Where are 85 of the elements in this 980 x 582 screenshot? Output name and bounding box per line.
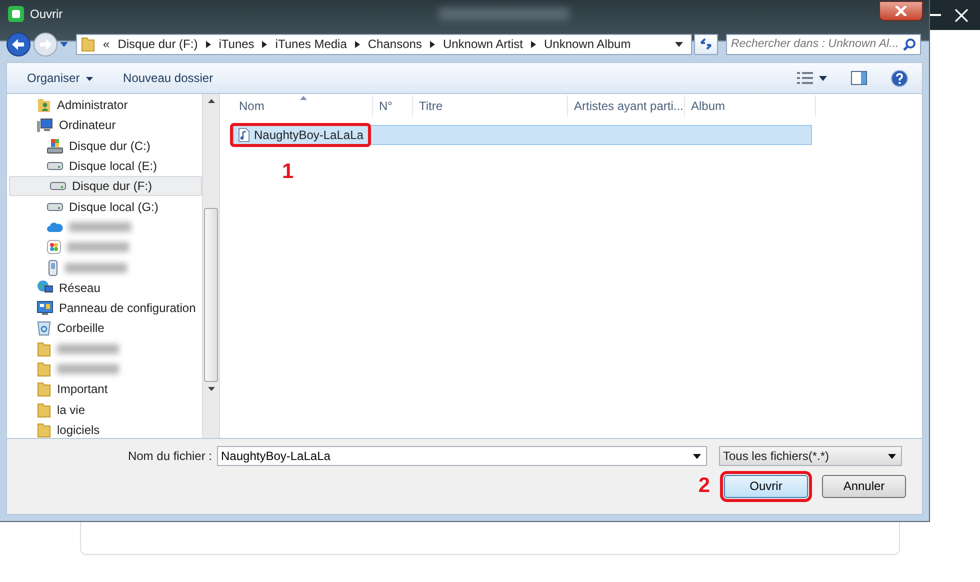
forward-icon[interactable]: [33, 32, 58, 56]
folder-icon: [37, 340, 51, 357]
column-header[interactable]: N°: [373, 95, 413, 117]
sidebar-item[interactable]: Corbeille: [7, 318, 202, 339]
drive-icon: [50, 182, 66, 190]
sidebar-item[interactable]: Disque local (E:): [7, 156, 202, 176]
breadcrumb-item[interactable]: iTunes Media: [275, 37, 347, 51]
column-header[interactable]: Titre: [413, 95, 568, 117]
refresh-icon: [699, 38, 713, 50]
sidebar-item[interactable]: Important: [7, 379, 202, 400]
back-icon[interactable]: [6, 32, 31, 56]
app-icon: [8, 6, 24, 22]
dropdown-icon: [888, 454, 896, 458]
callout-number: 2: [698, 474, 710, 498]
sidebar-item[interactable]: Disque dur (C:): [7, 136, 202, 156]
blurred-label: [57, 364, 119, 374]
column-header[interactable]: Album: [685, 95, 816, 117]
filename-field[interactable]: NaughtyBoy-LaLaLa: [217, 446, 707, 466]
callout-number: 1: [282, 160, 294, 184]
folder-icon: [37, 422, 51, 438]
control-panel-icon: [37, 300, 53, 316]
sidebar-item[interactable]: Panneau de configuration: [7, 298, 202, 318]
close-icon[interactable]: [955, 8, 968, 22]
breadcrumb-item[interactable]: Unknown Artist: [442, 37, 523, 51]
chevron-icon[interactable]: [262, 40, 268, 48]
file-name[interactable]: NaughtyBoy-LaLaLa: [230, 123, 372, 147]
chevron-icon[interactable]: [430, 40, 435, 48]
cloud-icon: [47, 222, 63, 232]
dropdown-icon[interactable]: [675, 42, 683, 46]
device-icon: [47, 260, 59, 276]
sidebar-item[interactable]: Ordinateur: [7, 115, 202, 136]
breadcrumb-item[interactable]: Disque dur (F:): [118, 37, 198, 51]
close-button[interactable]: [879, 1, 923, 21]
user-folder-icon: [37, 97, 51, 114]
folder-icon: [37, 361, 51, 377]
folder-icon: [37, 381, 51, 398]
blurred-label: [69, 222, 131, 232]
search-field[interactable]: Rechercher dans : Unknown Al...: [726, 34, 921, 54]
sidebar-item[interactable]: Disque local (G:): [7, 196, 202, 217]
sidebar-item[interactable]: Réseau: [7, 278, 202, 298]
folder-icon: [81, 36, 95, 52]
blurred-label: [67, 242, 129, 252]
folder-icon: [37, 402, 51, 418]
file-type-dropdown[interactable]: Tous les fichiers(*.*): [719, 446, 902, 466]
chevron-icon[interactable]: [354, 40, 360, 48]
photos-icon: [47, 240, 61, 254]
music-file-icon: [238, 128, 250, 142]
search-icon: [903, 38, 916, 50]
recycle-bin-icon: [37, 320, 51, 336]
scroll-down-icon[interactable]: [208, 387, 214, 391]
blurred-label: [57, 344, 119, 354]
filename-label: Nom du fichier :: [126, 449, 213, 463]
cancel-button[interactable]: Annuler: [822, 474, 906, 498]
scrollbar[interactable]: [202, 94, 219, 438]
view-list-icon[interactable]: [797, 72, 813, 84]
blurred-label: [65, 262, 127, 273]
drive-icon: [47, 162, 63, 170]
system-drive-icon: [47, 138, 63, 154]
breadcrumb-item[interactable]: Unknown Album: [544, 37, 631, 51]
dropdown-icon[interactable]: [819, 76, 827, 80]
chevron-icon[interactable]: [206, 40, 211, 48]
organize-menu[interactable]: Organiser: [19, 68, 102, 88]
drive-icon: [47, 202, 63, 211]
dropdown-icon[interactable]: [693, 454, 701, 459]
help-icon[interactable]: [891, 70, 908, 86]
caret-icon: [86, 76, 94, 81]
network-icon: [37, 280, 53, 296]
refresh-button[interactable]: [694, 34, 718, 54]
new-folder-button[interactable]: Nouveau dossier: [115, 68, 222, 88]
breadcrumb-item[interactable]: iTunes: [218, 37, 254, 51]
sidebar-item[interactable]: la vie: [7, 399, 202, 420]
preview-pane-icon[interactable]: [851, 71, 867, 85]
window-title: Ouvrir: [30, 7, 63, 21]
overflow-chevron[interactable]: «: [103, 37, 110, 51]
column-header[interactable]: Artistes ayant parti...: [568, 95, 685, 117]
scroll-up-icon[interactable]: [208, 99, 214, 103]
sidebar-item[interactable]: Disque dur (F:): [9, 176, 202, 196]
sidebar-item[interactable]: logiciels: [7, 420, 202, 440]
sort-arrow-icon: [300, 96, 307, 100]
chevron-icon[interactable]: [530, 40, 536, 48]
breadcrumb-item[interactable]: Chansons: [368, 37, 422, 51]
computer-icon: [37, 118, 53, 133]
address-bar[interactable]: « Disque dur (F:) iTunes iTunes Media Chansons Unknown Artist Unknown Album: [76, 34, 692, 54]
sidebar-item[interactable]: Administrator: [7, 95, 202, 116]
close-icon: [895, 6, 907, 16]
